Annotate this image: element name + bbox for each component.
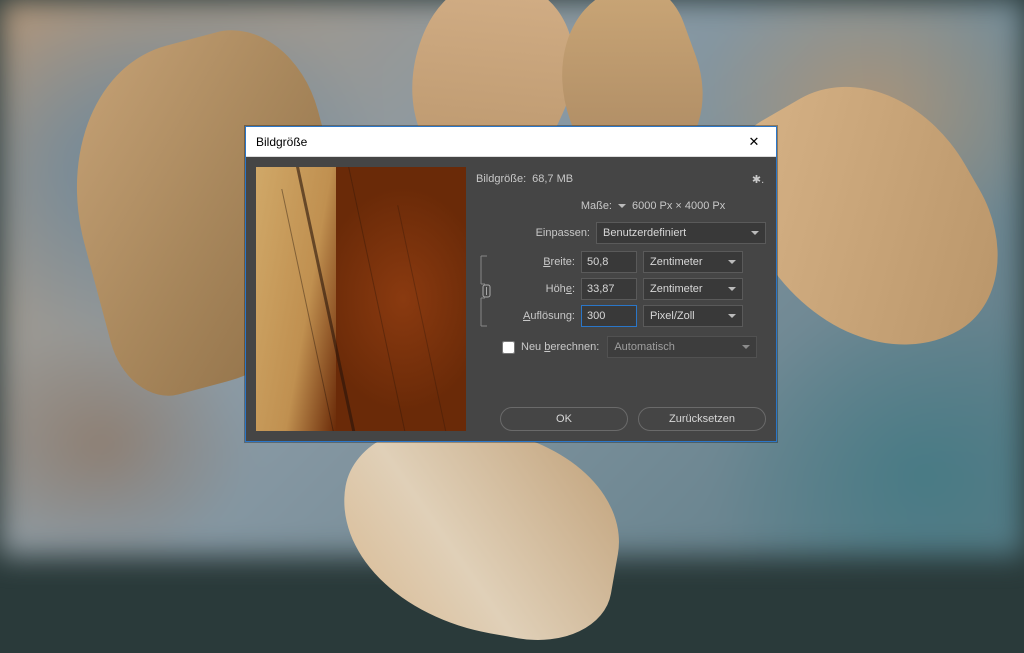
resample-label: Neu berechnen: <box>521 341 599 353</box>
dialog-title: Bildgröße <box>256 135 307 149</box>
close-button[interactable]: ✕ <box>732 127 776 157</box>
preview-image[interactable] <box>256 167 466 431</box>
resample-checkbox[interactable] <box>502 341 515 354</box>
size-label: Bildgröße: <box>476 173 532 185</box>
size-value: 68,7 MB <box>532 173 680 185</box>
titlebar[interactable]: Bildgröße ✕ <box>246 127 776 157</box>
dialog-body: Bildgröße: 68,7 MB ✱. Maße: 6000 Px × 40… <box>246 157 776 441</box>
fit-select[interactable]: Benutzerdefiniert <box>596 222 766 244</box>
resample-mode-select[interactable]: Automatisch <box>607 336 757 358</box>
resolution-unit-select[interactable]: Pixel/Zoll <box>643 305 743 327</box>
resolution-input[interactable] <box>581 305 637 327</box>
image-size-dialog: Bildgröße ✕ Bildgröße: 68,7 MB ✱. Maße: … <box>245 126 777 442</box>
height-unit-select[interactable]: Zentimeter <box>643 278 743 300</box>
width-unit-select[interactable]: Zentimeter <box>643 251 743 273</box>
controls-panel: Bildgröße: 68,7 MB ✱. Maße: 6000 Px × 40… <box>476 167 766 431</box>
height-label: Höhe: <box>498 283 581 295</box>
width-input[interactable] <box>581 251 637 273</box>
resolution-label: Auflösung: <box>498 310 581 322</box>
width-label: Breite: <box>498 256 581 268</box>
dimensions-label: Maße: <box>581 200 618 212</box>
ok-button[interactable]: OK <box>500 407 628 431</box>
fit-label: Einpassen: <box>536 227 596 239</box>
reset-button[interactable]: Zurücksetzen <box>638 407 766 431</box>
link-dimensions-icon[interactable] <box>476 250 498 331</box>
dimensions-dropdown[interactable]: 6000 Px × 4000 Px <box>618 200 766 212</box>
gear-icon[interactable]: ✱. <box>750 173 766 186</box>
height-input[interactable] <box>581 278 637 300</box>
